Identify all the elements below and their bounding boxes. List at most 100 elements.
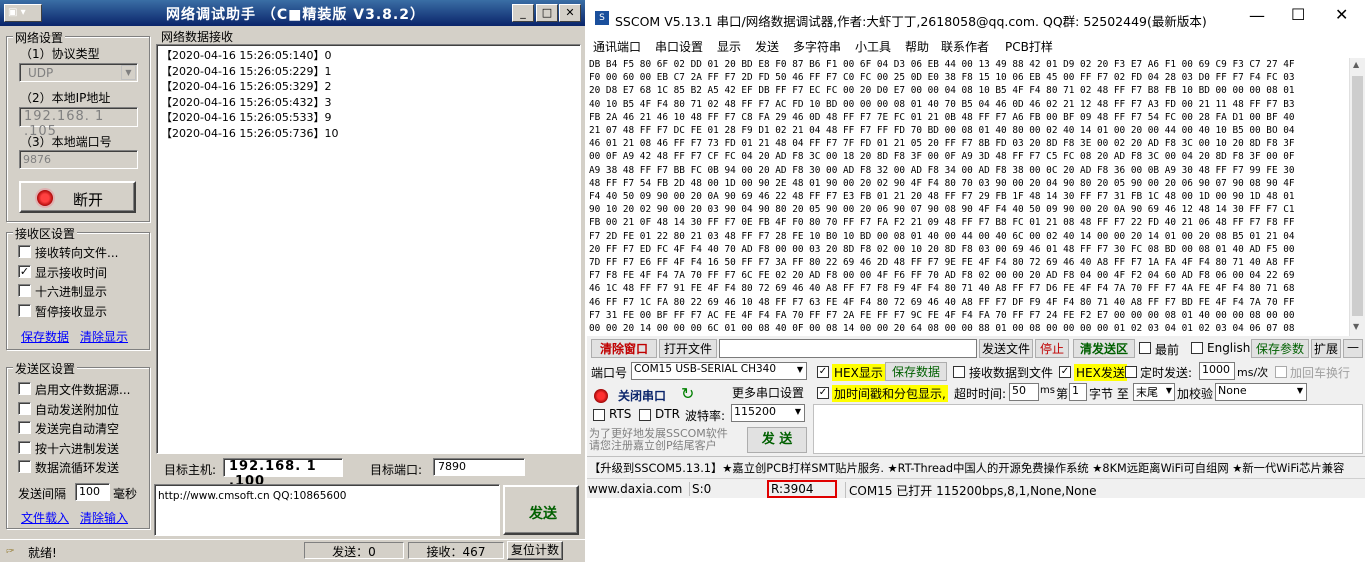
send-option-label: 数据流循环发送	[35, 461, 120, 475]
hex-display-checkbox[interactable]: ✓	[817, 366, 829, 378]
scroll-thumb[interactable]	[1352, 76, 1363, 316]
port-input[interactable]: 9876	[19, 150, 138, 169]
stop-button[interactable]: 停止	[1035, 339, 1069, 358]
recv-checkbox-1[interactable]: ✓	[18, 264, 31, 278]
port-select-value: COM15 USB-SERIAL CH340	[634, 363, 777, 375]
recv-checkbox-2[interactable]	[18, 284, 31, 297]
file-path-input[interactable]	[719, 339, 977, 358]
target-port-input[interactable]: 7890	[433, 458, 525, 476]
scroll-down-icon[interactable]: ▼	[1353, 322, 1359, 331]
collapse-button[interactable]: —	[1343, 339, 1363, 358]
chevron-down-icon[interactable]: ▼	[1166, 386, 1172, 395]
recv-checkbox-3[interactable]	[18, 303, 31, 317]
reset-count-button[interactable]: 复位计数	[507, 541, 563, 560]
menu-item[interactable]: PCB打样	[1005, 38, 1053, 55]
ip-input[interactable]: 192.168. 1 .105	[19, 107, 138, 139]
maximize-icon[interactable]: □	[536, 4, 558, 22]
more-settings-button[interactable]: 更多串口设置	[731, 384, 805, 402]
menu-item[interactable]: 联系作者	[941, 38, 989, 55]
minimize-icon[interactable]: _	[512, 4, 534, 22]
interval-input[interactable]: 100	[75, 483, 110, 501]
file-load-link[interactable]: 文件载入	[21, 509, 69, 526]
port-status-red-icon	[594, 389, 608, 403]
timestamp-checkbox[interactable]: ✓	[817, 387, 829, 399]
save-data-link[interactable]: 保存数据	[21, 328, 69, 345]
chevron-down-icon[interactable]: ▼	[797, 365, 803, 374]
recv-to-file-checkbox[interactable]	[953, 366, 965, 378]
byte-end-select[interactable]: 末尾 ▼	[1133, 383, 1175, 401]
rts-label: RTS	[609, 407, 632, 421]
close-icon[interactable]: ✕	[1335, 5, 1348, 24]
hex-line: 09 02 04 06 08 |	[589, 335, 1347, 336]
clear-display-link[interactable]: 清除显示	[80, 328, 128, 345]
recv-textarea[interactable]: 【2020-04-16 15:26:05:140】0 【2020-04-16 15…	[156, 44, 581, 454]
send-button[interactable]: 发送	[503, 485, 579, 535]
timed-send-checkbox[interactable]	[1125, 366, 1137, 378]
save-params-button[interactable]: 保存参数	[1251, 339, 1309, 358]
close-port-button[interactable]: 关闭串口	[618, 387, 666, 404]
english-checkbox[interactable]	[1191, 342, 1203, 354]
hex-send-checkbox[interactable]: ✓	[1059, 366, 1071, 378]
send-checkbox-1[interactable]	[18, 401, 31, 415]
right-empty-area	[587, 498, 1365, 562]
checksum-select[interactable]: None ▼	[1215, 383, 1307, 401]
recv-option-label: 十六进制显示	[35, 285, 108, 299]
hex-line: F7 F8 FE 4F F4 7A 70 FF F7 6C FE 02 20 A…	[589, 270, 1295, 282]
hex-scrollbar[interactable]: ▲ ▼	[1349, 58, 1365, 336]
refresh-icon[interactable]: ↻	[681, 384, 694, 403]
send-file-button[interactable]: 发送文件	[979, 339, 1033, 358]
menu-item[interactable]: 小工具	[855, 38, 891, 55]
clear-input-link[interactable]: 清除输入	[80, 509, 128, 526]
baud-select[interactable]: 115200 ▼	[731, 404, 805, 422]
menu-item[interactable]: 多字符串	[793, 38, 841, 55]
timed-input[interactable]: 1000	[1199, 362, 1235, 380]
disconnect-button[interactable]: 断开	[19, 181, 136, 213]
hex-recv-area[interactable]: DB B4 F5 80 6F 02 DD 01 20 BD E8 F0 87 B…	[587, 58, 1349, 336]
interval-label: 发送间隔	[18, 487, 67, 501]
hex-line: F7 2D FE 01 22 80 21 03 48 FF F7 28 FE 1…	[589, 230, 1295, 242]
close-icon[interactable]: ✕	[559, 4, 581, 22]
send-checkbox-3[interactable]	[18, 440, 31, 454]
topmost-checkbox[interactable]	[1139, 342, 1151, 354]
send-checkbox-2[interactable]	[18, 421, 31, 434]
save-data-button[interactable]: 保存数据	[885, 362, 947, 381]
dtr-checkbox[interactable]	[639, 409, 651, 421]
clear-send-button[interactable]: 清发送区	[1073, 339, 1135, 358]
chevron-down-icon[interactable]: ▼	[1297, 386, 1303, 395]
recv-checkbox-0[interactable]	[18, 245, 31, 258]
send-button-right[interactable]: 发 送	[747, 427, 807, 453]
checksum-value: None	[1218, 384, 1247, 397]
site-link[interactable]: www.daxia.com	[588, 482, 682, 496]
protocol-select[interactable]: UDP ▼	[19, 63, 138, 82]
send-textarea[interactable]: http://www.cmsoft.cn QQ:10865600	[154, 484, 500, 536]
chevron-down-icon[interactable]: ▼	[795, 407, 801, 416]
promo-text: 为了更好地发展SSCOM软件 请您注册嘉立创P结尾客户	[589, 427, 728, 452]
hex-line: 00 0F A9 42 48 FF F7 CF FC 04 20 AD F8 3…	[589, 151, 1295, 163]
byte-start-input[interactable]: 1	[1069, 383, 1087, 401]
clear-window-button[interactable]: 清除窗口	[591, 339, 657, 358]
rts-checkbox[interactable]	[593, 409, 605, 421]
scroll-up-icon[interactable]: ▲	[1353, 60, 1359, 69]
send-input-area[interactable]	[813, 404, 1363, 454]
maximize-icon[interactable]: ☐	[1291, 5, 1305, 24]
target-host-input[interactable]: 192.168. 1 .100	[223, 458, 343, 489]
menu-item[interactable]: 帮助	[905, 38, 929, 55]
menu-item[interactable]: 显示	[717, 38, 741, 55]
system-menu-button[interactable]: ▣ ▾	[4, 4, 42, 22]
menu-item[interactable]: 发送	[755, 38, 779, 55]
timeout-input[interactable]: 50	[1009, 383, 1039, 401]
menu-item[interactable]: 通讯端口	[593, 38, 641, 55]
open-file-button[interactable]: 打开文件	[659, 339, 717, 358]
baud-value: 115200	[734, 405, 776, 418]
menu-item[interactable]: 串口设置	[655, 38, 703, 55]
send-checkbox-4[interactable]	[18, 460, 31, 473]
add-newline-label: 加回车换行	[1290, 366, 1351, 380]
chevron-down-icon[interactable]: ▼	[121, 65, 136, 80]
recv-count-text: 接收：467	[426, 545, 486, 559]
send-checkbox-0[interactable]	[18, 382, 31, 395]
add-newline-checkbox[interactable]	[1275, 366, 1287, 378]
ticker-text[interactable]: 【升级到SSCOM5.13.1】★嘉立创PCB打样SMT贴片服务. ★RT-Th…	[589, 460, 1344, 476]
expand-button[interactable]: 扩展	[1311, 339, 1341, 358]
minimize-icon[interactable]: —	[1249, 6, 1265, 25]
port-select[interactable]: COM15 USB-SERIAL CH340 ▼	[631, 362, 807, 380]
